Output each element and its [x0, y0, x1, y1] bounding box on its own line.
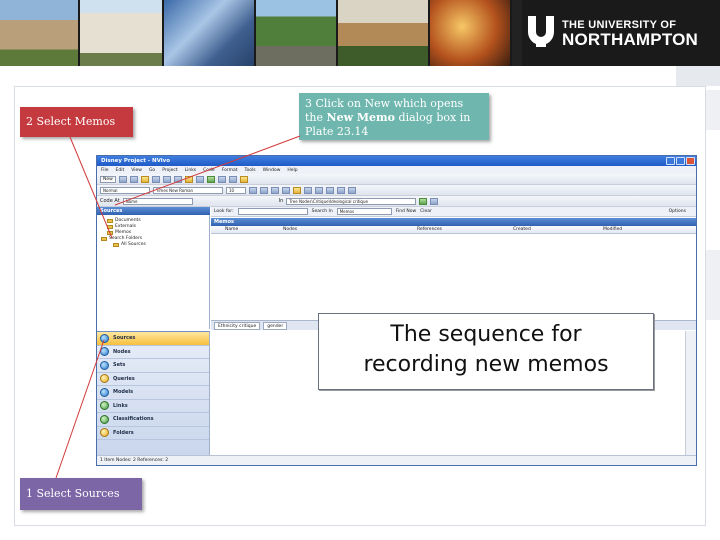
- arrow-select-sources: [55, 339, 105, 479]
- caption-line-1: The sequence for: [390, 322, 582, 347]
- callout-arrows: [55, 135, 301, 479]
- caption-box: The sequence for recording new memos: [318, 313, 654, 390]
- arrow-click-new: [114, 135, 301, 206]
- arrow-select-memos: [69, 136, 113, 239]
- caption-line-2: recording new memos: [363, 352, 609, 377]
